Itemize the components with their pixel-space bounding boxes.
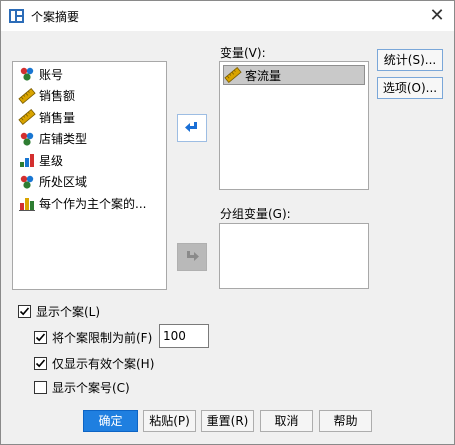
source-variable-label: 每个作为主个案的... [39, 196, 147, 211]
help-button[interactable]: 帮助 [319, 410, 372, 432]
source-variable-item[interactable]: 每个作为主个案的... [18, 193, 146, 213]
statistics-button[interactable]: 统计(S)... [377, 49, 443, 71]
nominal-icon [18, 130, 36, 148]
limit-cases-checkbox[interactable]: 将个案限制为前(F) [34, 329, 152, 346]
nominal-icon [18, 65, 36, 83]
dialog-window: 个案摘要 ✕ 账号销售额销售量店铺类型星级所处区域每个作为主个案的... 变量(… [0, 0, 455, 445]
source-variable-item[interactable]: 店铺类型 [18, 129, 87, 149]
valid-only-label: 仅显示有效个案(H) [52, 357, 155, 371]
checkbox-box[interactable] [34, 381, 47, 394]
variables-label: 变量(V): [220, 46, 266, 60]
case-numbers-checkbox[interactable]: 显示个案号(C) [34, 379, 130, 396]
case-limit-input[interactable]: 100 [159, 324, 209, 348]
source-variable-item[interactable]: 销售量 [18, 107, 75, 127]
source-variable-label: 销售量 [39, 110, 76, 125]
nominal-icon [18, 173, 36, 191]
grouping-label: 分组变量(G): [220, 207, 291, 221]
source-variable-list[interactable]: 账号销售额销售量店铺类型星级所处区域每个作为主个案的... [12, 61, 167, 290]
source-variable-item[interactable]: 账号 [18, 64, 63, 84]
paste-button[interactable]: 粘贴(P) [143, 410, 196, 432]
check-icon [19, 307, 30, 316]
variable-label: 客流量 [245, 68, 282, 83]
move-to-grouping-button[interactable] [177, 243, 207, 271]
check-icon [35, 359, 46, 368]
case-numbers-label: 显示个案号(C) [52, 381, 130, 395]
ordinal-icon [18, 151, 36, 169]
source-variable-label: 账号 [39, 67, 64, 82]
check-icon [35, 333, 46, 342]
reset-button[interactable]: 重置(R) [201, 410, 254, 432]
checkbox-box[interactable] [34, 331, 47, 344]
show-cases-checkbox[interactable]: 显示个案(L) [18, 303, 100, 320]
scale-icon [18, 87, 36, 105]
checkbox-box[interactable] [18, 305, 31, 318]
show-cases-label: 显示个案(L) [36, 305, 101, 319]
scale-icon [18, 108, 36, 126]
source-variable-label: 所处区域 [39, 175, 88, 189]
options-button[interactable]: 选项(O)... [377, 77, 443, 99]
variables-list-item[interactable]: 客流量 [223, 65, 365, 85]
arrow-right-icon [185, 122, 197, 132]
limit-cases-label: 将个案限制为前(F) [52, 331, 153, 345]
source-variable-label: 销售额 [39, 89, 76, 103]
close-button[interactable]: ✕ [426, 5, 448, 27]
window-title: 个案摘要 [31, 10, 80, 24]
cancel-button[interactable]: 取消 [260, 410, 313, 432]
variables-list[interactable]: 客流量 [219, 61, 369, 190]
title-bar: 个案摘要 ✕ [1, 1, 454, 31]
grouping-list[interactable] [219, 223, 369, 289]
source-variable-item[interactable]: 星级 [18, 150, 63, 170]
arrow-right-icon [187, 251, 199, 261]
bar-chart-icon [18, 194, 36, 212]
source-variable-label: 店铺类型 [39, 132, 88, 146]
source-variable-item[interactable]: 所处区域 [18, 172, 87, 192]
app-icon [9, 9, 24, 23]
ok-button[interactable]: 确定 [83, 410, 138, 432]
checkbox-box[interactable] [34, 357, 47, 370]
scale-icon [224, 66, 242, 84]
move-to-variables-button[interactable] [177, 114, 207, 142]
source-variable-item[interactable]: 销售额 [18, 86, 75, 106]
valid-only-checkbox[interactable]: 仅显示有效个案(H) [34, 355, 154, 372]
source-variable-label: 星级 [39, 153, 64, 168]
